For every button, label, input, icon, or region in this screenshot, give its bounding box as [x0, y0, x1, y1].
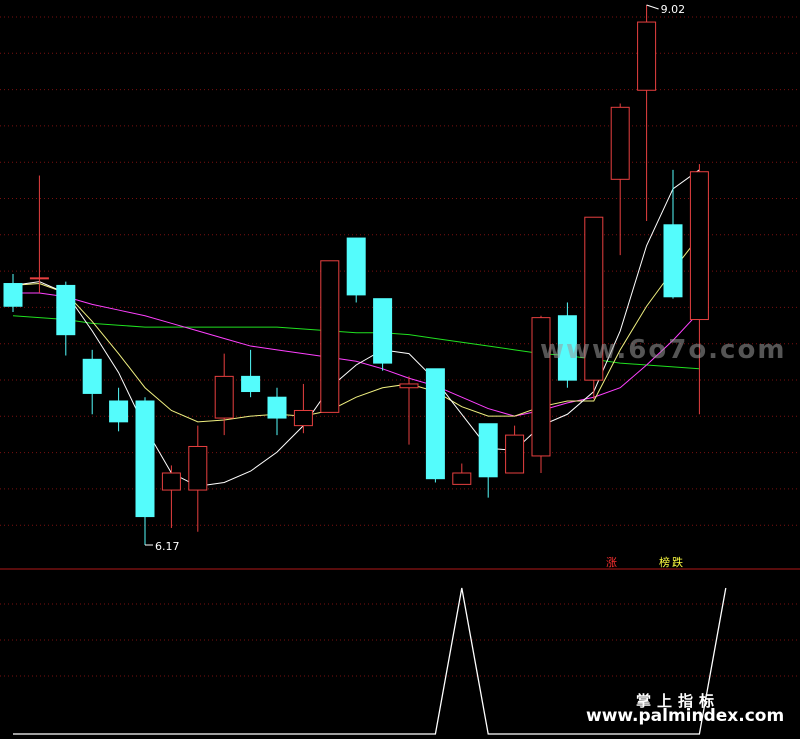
candle-down — [425, 368, 445, 483]
stock-chart: 9.02 6.17 涨 榜 跌 www.6o7o.com 掌上指标 www.pa… — [0, 0, 800, 739]
chart-background — [0, 0, 800, 739]
candle-body — [241, 375, 261, 393]
candle-body — [663, 224, 683, 298]
candle-body — [505, 434, 525, 474]
candle-down — [373, 298, 393, 371]
candle-body — [320, 260, 340, 413]
candle-body — [637, 21, 657, 91]
candle-body — [135, 400, 155, 518]
candle-body — [452, 472, 472, 485]
candle-up — [320, 260, 340, 413]
candle-body — [56, 284, 76, 336]
watermark-6o7o: www.6o7o.com — [540, 335, 786, 365]
candle-body — [399, 383, 419, 389]
candle-body — [82, 358, 102, 394]
candle-body — [214, 375, 234, 419]
candle-down — [346, 237, 366, 303]
candle-body — [29, 277, 49, 280]
candle-body — [293, 409, 313, 427]
candle-body — [3, 283, 23, 307]
candle-body — [689, 171, 709, 321]
legend-die: 跌 — [672, 555, 683, 569]
high-price-label: 9.02 — [661, 3, 686, 16]
low-price-label: 6.17 — [155, 540, 180, 553]
candle-body — [161, 472, 181, 491]
candle-body — [188, 445, 208, 491]
candle-body — [109, 400, 129, 423]
candle-body — [478, 423, 498, 478]
legend-zhang: 涨 — [606, 556, 617, 569]
candle-body — [425, 368, 445, 480]
candle-body — [373, 298, 393, 364]
legend-bang: 榜 — [659, 555, 670, 569]
candle-up — [584, 216, 604, 400]
watermark-url: www.palmindex.com — [586, 706, 784, 726]
candle-body — [267, 396, 287, 419]
candle-body — [346, 237, 366, 296]
candle-body — [610, 106, 630, 180]
